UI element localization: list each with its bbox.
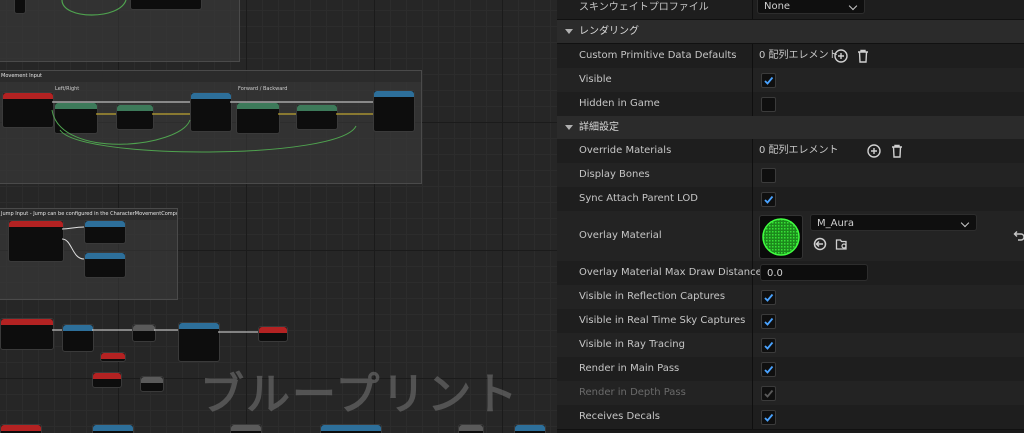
- sync-attach-checkbox[interactable]: [761, 192, 776, 207]
- property-row-visible: Visible: [557, 68, 1024, 93]
- property-row-vis-raytracing: Visible in Ray Tracing: [557, 333, 1024, 358]
- display-bones-checkbox[interactable]: [761, 168, 776, 183]
- vis-sky-checkbox[interactable]: [761, 314, 776, 329]
- overlay-material-value: M_Aura: [817, 218, 855, 229]
- use-selected-asset-icon[interactable]: [813, 237, 827, 251]
- property-row-overlay-max-draw: Overlay Material Max Draw Distance 0.0: [557, 261, 1024, 286]
- chevron-down-icon: [960, 218, 970, 228]
- material-sphere-icon: [762, 218, 800, 256]
- add-element-icon[interactable]: [867, 144, 881, 158]
- skin-weight-value: None: [764, 1, 791, 12]
- property-row-override-materials: Override Materials 0 配列エレメント: [557, 139, 1024, 164]
- property-label: Visible: [579, 74, 612, 85]
- trash-icon[interactable]: [890, 144, 904, 158]
- property-row-hidden-in-game: Hidden in Game: [557, 92, 1024, 117]
- graph-node[interactable]: [14, 0, 26, 14]
- hidden-in-game-checkbox[interactable]: [761, 97, 776, 112]
- property-row-display-bones: Display Bones: [557, 163, 1024, 188]
- column-divider: [752, 405, 753, 429]
- material-thumbnail[interactable]: [759, 215, 803, 259]
- overlay-material-dropdown[interactable]: M_Aura: [810, 214, 977, 231]
- chevron-down-icon: [565, 125, 573, 130]
- category-title: 詳細設定: [579, 122, 619, 133]
- graph-node[interactable]: [92, 424, 134, 433]
- skin-weight-dropdown[interactable]: None: [757, 0, 865, 14]
- property-row-overlay-material: Overlay Material M_Aura: [557, 211, 1024, 262]
- details-panel: スキンウェイトプロファイル None レンダリング Custom Primiti…: [557, 0, 1024, 433]
- column-divider: [752, 44, 753, 68]
- column-divider: [752, 357, 753, 381]
- property-label: スキンウェイトプロファイル: [579, 2, 709, 13]
- render-main-checkbox[interactable]: [761, 362, 776, 377]
- property-row-skin-weight: スキンウェイトプロファイル None: [557, 0, 1024, 20]
- column-divider: [752, 68, 753, 92]
- column-divider: [752, 92, 753, 116]
- column-divider: [752, 381, 753, 405]
- visible-checkbox[interactable]: [761, 73, 776, 88]
- render-depth-checkbox: [761, 386, 776, 401]
- property-row-receives-decals: Receives Decals: [557, 405, 1024, 430]
- property-row-custom-primitive: Custom Primitive Data Defaults 0 配列エレメント: [557, 44, 1024, 69]
- property-label: Render in Depth Pass: [579, 387, 686, 398]
- add-element-icon[interactable]: [834, 49, 848, 63]
- chevron-down-icon: [848, 1, 858, 11]
- property-label: Visible in Reflection Captures: [579, 291, 726, 302]
- column-divider: [752, 211, 753, 261]
- property-label: Overlay Material: [579, 230, 662, 241]
- column-divider: [752, 187, 753, 211]
- column-divider: [752, 139, 753, 163]
- receives-decals-checkbox[interactable]: [761, 410, 776, 425]
- column-divider: [752, 0, 753, 19]
- property-label: Visible in Ray Tracing: [579, 339, 685, 350]
- overlay-max-draw-input[interactable]: 0.0: [760, 264, 868, 281]
- property-label: Receives Decals: [579, 411, 661, 422]
- property-label: Render in Main Pass: [579, 363, 680, 374]
- blueprint-watermark: ブループリント: [200, 369, 520, 420]
- chevron-down-icon: [565, 29, 573, 34]
- property-row-vis-sky: Visible in Real Time Sky Captures: [557, 309, 1024, 334]
- wires-movement: [51, 101, 373, 153]
- graph-node[interactable]: [0, 424, 42, 433]
- category-title: レンダリング: [579, 26, 639, 37]
- overlay-max-draw-value: 0.0: [767, 268, 783, 279]
- column-divider: [752, 333, 753, 357]
- vis-reflection-checkbox[interactable]: [761, 290, 776, 305]
- graph-node[interactable]: [458, 424, 484, 433]
- graph-node[interactable]: [514, 424, 546, 433]
- property-row-vis-reflection: Visible in Reflection Captures: [557, 285, 1024, 310]
- trash-icon[interactable]: [856, 49, 870, 63]
- column-divider: [752, 163, 753, 187]
- property-label: Override Materials: [579, 145, 672, 156]
- array-count: 0 配列エレメント: [759, 50, 839, 61]
- property-row-render-depth: Render in Depth Pass: [557, 381, 1024, 406]
- column-divider: [752, 309, 753, 333]
- property-label: Sync Attach Parent LOD: [579, 193, 698, 204]
- property-label: Display Bones: [579, 169, 650, 180]
- property-label: Hidden in Game: [579, 98, 660, 109]
- graph-node[interactable]: [130, 0, 202, 10]
- column-divider: [752, 285, 753, 309]
- property-row-render-main: Render in Main Pass: [557, 357, 1024, 382]
- reset-to-default-icon[interactable]: [1012, 229, 1024, 243]
- property-label: Visible in Real Time Sky Captures: [579, 315, 746, 326]
- comment-title: Movement Input: [0, 71, 421, 82]
- array-count: 0 配列エレメント: [759, 145, 839, 156]
- exec-wire: [61, 0, 127, 16]
- blueprint-graph[interactable]: Movement Input Left/Right Forward / Back…: [0, 0, 557, 433]
- category-advanced[interactable]: 詳細設定: [557, 116, 1024, 140]
- property-row-sync-attach: Sync Attach Parent LOD: [557, 187, 1024, 212]
- graph-node[interactable]: [320, 424, 382, 433]
- vis-raytracing-checkbox[interactable]: [761, 338, 776, 353]
- browse-asset-icon[interactable]: [835, 237, 849, 251]
- property-label: Overlay Material Max Draw Distance: [579, 267, 762, 278]
- property-label: Custom Primitive Data Defaults: [579, 50, 737, 61]
- category-rendering[interactable]: レンダリング: [557, 20, 1024, 44]
- wires-jump: [61, 226, 85, 260]
- graph-node[interactable]: [230, 424, 262, 433]
